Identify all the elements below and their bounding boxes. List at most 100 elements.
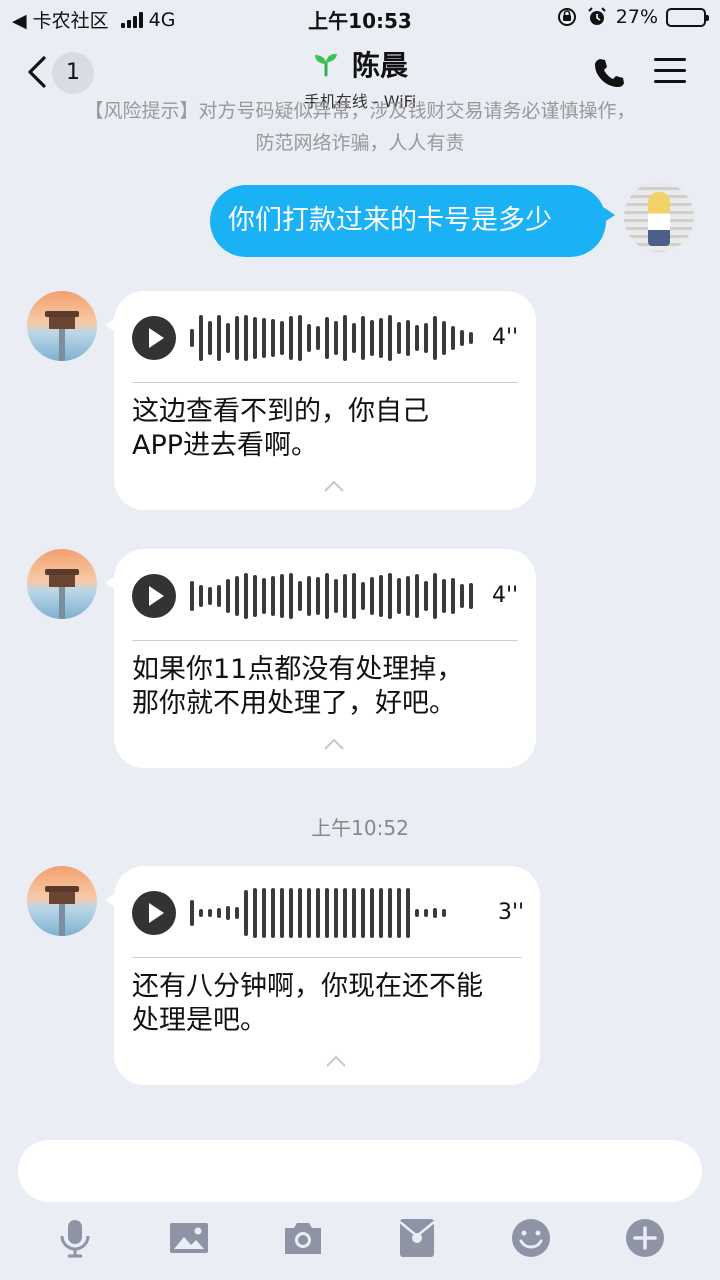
menu-icon[interactable] xyxy=(654,58,686,86)
voice-message-bubble[interactable]: 4'' 如果你11点都没有处理掉， 那你就不用处理了，好吧。 xyxy=(105,549,536,768)
waveform-bar xyxy=(379,575,383,617)
waveform-bar xyxy=(262,318,266,358)
waveform-bar xyxy=(280,321,284,355)
waveform-bar xyxy=(316,326,320,350)
waveform-bar xyxy=(271,319,275,357)
waveform-bar xyxy=(388,573,392,619)
status-bar: ◀ 卡农社区 4G 上午10:53 27% xyxy=(0,0,720,36)
risk-notice-line1: 【风险提示】对方号码疑似异常，涉及钱财交易请务必谨慎操作， xyxy=(0,100,720,122)
waveform-bar xyxy=(442,909,446,917)
waveform-bar xyxy=(388,888,392,938)
waveform-bar xyxy=(343,315,347,361)
waveform-bar xyxy=(199,585,203,607)
waveform-bar xyxy=(343,888,347,938)
alarm-icon xyxy=(588,7,606,25)
camera-icon[interactable] xyxy=(281,1216,325,1260)
waveform-bar xyxy=(433,908,437,918)
waveform-bar xyxy=(244,890,248,936)
waveform-bar xyxy=(406,888,410,938)
waveform-bar xyxy=(370,888,374,938)
contact-avatar[interactable] xyxy=(27,549,97,619)
waveform-bar xyxy=(298,581,302,611)
microphone-icon[interactable] xyxy=(53,1216,97,1260)
outgoing-message-bubble[interactable]: 你们打款过来的卡号是多少 xyxy=(210,185,615,257)
waveform-bar xyxy=(406,320,410,356)
waveform-bar xyxy=(289,316,293,360)
phone-icon[interactable] xyxy=(592,56,626,90)
waveform-bar xyxy=(253,575,257,617)
waveform-bar xyxy=(415,574,419,618)
waveform-bar xyxy=(244,315,248,361)
waveform-bar xyxy=(226,323,230,353)
emoji-icon[interactable] xyxy=(509,1216,553,1260)
composer-toolbar xyxy=(0,1216,720,1266)
waveform-bar xyxy=(307,888,311,938)
waveform-bar xyxy=(442,579,446,613)
waveform-bar xyxy=(217,315,221,361)
plus-icon[interactable] xyxy=(623,1216,667,1260)
waveform-bar xyxy=(235,316,239,360)
play-icon[interactable] xyxy=(132,574,176,618)
message-input[interactable] xyxy=(18,1140,702,1202)
waveform-bar xyxy=(334,321,338,355)
waveform-bar xyxy=(253,888,257,938)
waveform-bar xyxy=(262,578,266,614)
waveform-bar xyxy=(370,320,374,356)
image-icon[interactable] xyxy=(167,1216,211,1260)
waveform-bar xyxy=(244,573,248,619)
waveform-bar xyxy=(424,909,428,917)
voice-transcript: 这边查看不到的，你自己 APP进去看啊。 xyxy=(132,396,429,461)
waveform-bar xyxy=(352,573,356,619)
waveform-bar xyxy=(343,574,347,618)
chevron-up-icon[interactable] xyxy=(323,479,345,493)
waveform-bar xyxy=(334,888,338,938)
waveform-bar xyxy=(262,888,266,938)
self-avatar[interactable] xyxy=(624,182,694,252)
waveform-bar xyxy=(316,888,320,938)
waveform-bar xyxy=(199,909,203,917)
waveform-bar xyxy=(298,888,302,938)
waveform-bar xyxy=(217,908,221,918)
divider xyxy=(132,957,522,958)
waveform-bar xyxy=(397,578,401,614)
status-right: 27% xyxy=(556,6,709,28)
waveform-bar xyxy=(280,888,284,938)
waveform-bar xyxy=(235,907,239,919)
contact-avatar[interactable] xyxy=(27,866,97,936)
waveform-bar xyxy=(325,888,329,938)
red-packet-icon[interactable] xyxy=(395,1216,439,1260)
waveform-bar xyxy=(397,888,401,938)
contact-name: 陈晨 xyxy=(351,49,408,82)
risk-notice-text1: 【风险提示】对方号码疑似异常，涉及钱财交易请务必谨慎操作， xyxy=(84,100,636,122)
chevron-up-icon[interactable] xyxy=(325,1054,347,1068)
voice-message-bubble[interactable]: 4'' 这边查看不到的，你自己 APP进去看啊。 xyxy=(105,291,536,510)
waveform-bar xyxy=(190,581,194,611)
waveform-bar xyxy=(415,325,419,351)
contact-avatar[interactable] xyxy=(27,291,97,361)
waveform-bar xyxy=(271,576,275,616)
divider xyxy=(132,382,518,383)
composer xyxy=(0,1124,720,1280)
chevron-up-icon[interactable] xyxy=(323,737,345,751)
waveform-bar xyxy=(451,326,455,350)
voice-message-bubble[interactable]: 3'' 还有八分钟啊，你现在还不能 处理是吧。 xyxy=(105,866,540,1085)
waveform-bar xyxy=(433,573,437,619)
waveform-bar xyxy=(415,909,419,917)
waveform-bar xyxy=(217,585,221,607)
waveform-bar xyxy=(325,317,329,359)
waveform-bar xyxy=(460,330,464,346)
waveform-bar xyxy=(433,316,437,360)
chat-header: 1 陈晨 手机在线 - WiFi xyxy=(0,36,720,111)
waveform-bar xyxy=(469,332,473,344)
waveform-bar xyxy=(388,315,392,361)
waveform xyxy=(190,887,446,939)
waveform-bar xyxy=(226,906,230,920)
waveform-bar xyxy=(352,888,356,938)
play-icon[interactable] xyxy=(132,316,176,360)
waveform-bar xyxy=(190,329,194,347)
waveform-bar xyxy=(253,317,257,359)
play-icon[interactable] xyxy=(132,891,176,935)
voice-duration: 4'' xyxy=(492,325,519,350)
waveform-bar xyxy=(370,577,374,615)
waveform-bar xyxy=(208,321,212,355)
